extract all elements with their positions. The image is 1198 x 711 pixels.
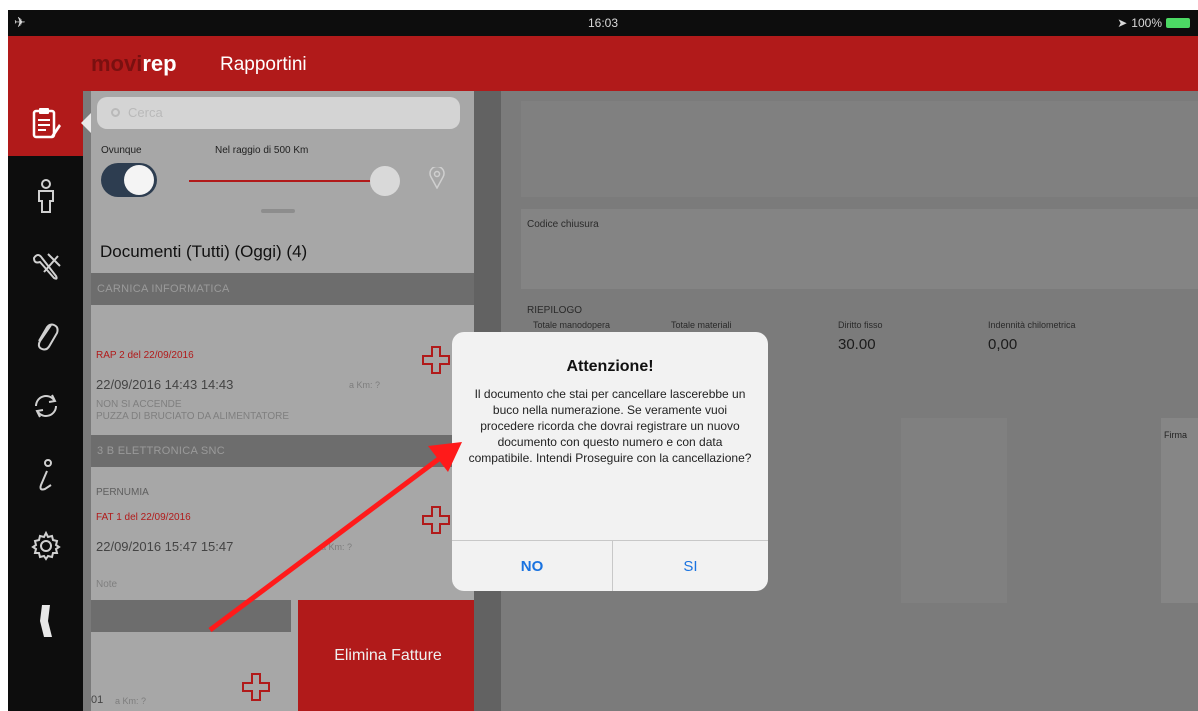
logout-icon: [40, 605, 52, 637]
document-list-panel: Cerca Ovunque Nel raggio di 500 Km Docum…: [91, 91, 474, 711]
mileage-allowance-value: 0,00: [988, 336, 1018, 353]
col-materials-total: Totale materiali: [671, 320, 732, 330]
clipboard-icon: [26, 103, 66, 143]
doc-time: 22/09/2016 15:47 15:47: [96, 539, 234, 554]
summary-label: RIEPILOGO: [527, 305, 583, 316]
active-pointer: [81, 113, 91, 133]
add-plus-icon[interactable]: [421, 345, 451, 375]
doc-note: NON SI ACCENDE: [96, 399, 182, 410]
detail-top-box: [521, 101, 1198, 197]
paperclip-icon: [37, 323, 59, 351]
fixed-fee-value: 30.00: [838, 336, 876, 353]
status-bar: ✈ 16:03 ➤ 100%: [8, 10, 1198, 36]
filter-radius-label: Nel raggio di 500 Km: [215, 145, 309, 156]
app-screen: ✈ 16:03 ➤ 100% movirep Rapportini Cerca …: [8, 10, 1198, 711]
sidebar-item-info[interactable]: [26, 456, 66, 496]
list-item[interactable]: RAP 2 del 22/09/2016 22/09/2016 14:43 14…: [91, 305, 474, 435]
sync-icon: [35, 394, 57, 418]
col-labor-total: Totale manodopera: [533, 320, 611, 330]
doc-title: FAT 1 del 22/09/2016: [96, 512, 191, 523]
sidebar-item-logout[interactable]: [26, 601, 66, 641]
detail-mid-box: [901, 418, 1007, 603]
add-plus-icon[interactable]: [421, 505, 451, 535]
closing-code-label: Codice chiusura: [527, 219, 599, 230]
battery-percent: 100%: [1131, 16, 1162, 30]
sidebar-item-settings[interactable]: [26, 526, 66, 566]
app-title: Rapportini: [220, 54, 307, 75]
search-input[interactable]: Cerca: [97, 97, 460, 129]
list-item-swiped[interactable]: 01 a Km: ?: [91, 632, 298, 711]
signature-box[interactable]: Firma: [1161, 418, 1198, 603]
info-icon: [39, 459, 52, 491]
company-header: 3 B ELETTRONICA SNC: [91, 435, 474, 467]
gear-icon: [31, 530, 61, 561]
col-fixed-fee: Diritto fisso: [838, 320, 883, 330]
dialog-message: Il documento che stai per cancellare las…: [468, 387, 752, 465]
location-icon: ➤: [1117, 16, 1128, 30]
doc-title: RAP 2 del 22/09/2016: [96, 350, 194, 361]
list-item[interactable]: PERNUMIA FAT 1 del 22/09/2016 22/09/2016…: [91, 467, 474, 600]
doc-km: a Km: ?: [321, 542, 353, 552]
list-header: Documenti (Tutti) (Oggi) (4): [91, 227, 474, 273]
doc-km: a Km: ?: [115, 696, 147, 706]
no-button[interactable]: NO: [452, 541, 612, 591]
location-pin-icon: [429, 167, 445, 189]
sidebar-item-tools[interactable]: [26, 246, 66, 286]
brand-logo: movirep: [91, 51, 177, 76]
company-header: CARNICA INFORMATICA: [91, 273, 474, 305]
anywhere-toggle[interactable]: [101, 163, 157, 197]
sidebar-item-sync[interactable]: [26, 386, 66, 426]
person-icon: [38, 179, 54, 213]
closing-code-box[interactable]: Codice chiusura: [521, 209, 1198, 289]
col-mileage-allowance: Indennità chilometrica: [988, 320, 1076, 330]
dialog-title: Attenzione!: [566, 358, 654, 375]
alert-dialog: Attenzione! Il documento che stai per ca…: [452, 332, 768, 591]
doc-time: 22/09/2016 14:43 14:43: [96, 377, 234, 392]
doc-note: Note: [96, 579, 118, 590]
yes-button[interactable]: SI: [613, 541, 768, 591]
status-right: ➤ 100%: [1117, 16, 1190, 30]
radius-slider-track[interactable]: [189, 180, 381, 182]
signature-label: Firma: [1164, 430, 1187, 440]
doc-km: a Km: ?: [349, 380, 381, 390]
radius-slider-knob[interactable]: [370, 166, 400, 196]
tools-icon: [32, 253, 61, 280]
add-plus-icon[interactable]: [241, 672, 271, 702]
sidebar-item-person[interactable]: [26, 176, 66, 216]
sidebar-item-reports[interactable]: [8, 91, 83, 156]
app-header: movirep Rapportini: [8, 36, 1198, 91]
doc-partial-number: 01: [91, 694, 104, 706]
delete-invoices-button[interactable]: Elimina Fatture: [298, 600, 474, 711]
doc-client: PERNUMIA: [96, 487, 149, 498]
battery-icon: [1166, 18, 1190, 28]
swiped-row-band: [91, 600, 291, 632]
search-icon: [111, 108, 120, 117]
toggle-knob: [124, 165, 154, 195]
filter-anywhere-label: Ovunque: [101, 145, 142, 156]
doc-note: PUZZA DI BRUCIATO DA ALIMENTATORE: [96, 411, 289, 422]
sidebar-item-attachments[interactable]: [26, 316, 66, 356]
status-time: 16:03: [587, 16, 619, 30]
filter-collapse-handle[interactable]: [261, 209, 295, 213]
sidebar: [8, 91, 91, 711]
